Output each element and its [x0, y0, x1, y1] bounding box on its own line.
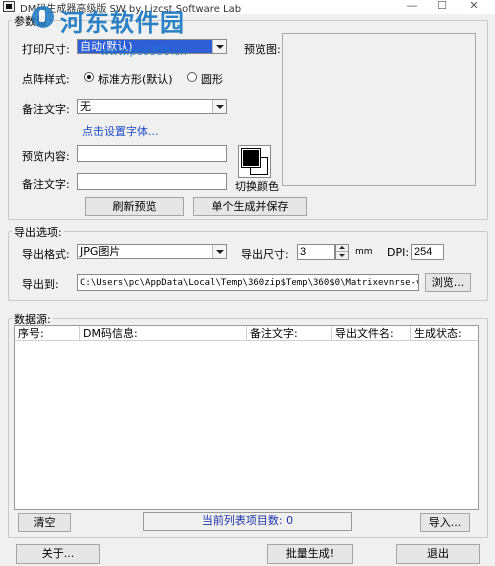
- column-header-filename[interactable]: 导出文件名:: [332, 326, 411, 341]
- preview-image-label: 预览图:: [244, 43, 281, 56]
- list-header: 序号: DM码信息: 备注文字: 导出文件名: 生成状态:: [15, 326, 478, 341]
- note-combo[interactable]: 无: [77, 99, 227, 114]
- export-size-spinner[interactable]: [335, 244, 349, 260]
- dpi-label: DPI:: [387, 246, 410, 259]
- watermark-brand: 河东软件园: [60, 8, 185, 37]
- chevron-down-icon: [212, 100, 226, 113]
- export-format-label: 导出格式:: [22, 248, 70, 261]
- note-text-input[interactable]: [77, 173, 227, 190]
- export-size-label: 导出尺寸:: [241, 248, 289, 261]
- batch-generate-button[interactable]: 批量生成!: [267, 544, 353, 564]
- list-count-status: 当前列表项目数: 0: [143, 512, 352, 531]
- close-button[interactable]: ✕: [459, 0, 489, 14]
- chevron-down-icon: [212, 245, 226, 258]
- dot-style-label: 点阵样式:: [22, 73, 70, 86]
- export-size-unit: mm: [355, 247, 373, 257]
- about-button[interactable]: 关于...: [16, 544, 100, 564]
- single-generate-button[interactable]: 单个生成并保存: [193, 197, 307, 216]
- column-header-dm-info[interactable]: DM码信息:: [80, 326, 247, 341]
- size-label: 打印尺寸:: [22, 43, 70, 56]
- browse-button[interactable]: 浏览...: [425, 273, 471, 292]
- dot-style-circle-radio[interactable]: [187, 72, 197, 82]
- foreground-color-swatch: [241, 148, 261, 168]
- switch-color-label[interactable]: 切换颜色: [235, 178, 279, 194]
- export-group-title: 导出选项:: [12, 224, 64, 240]
- export-format-value: JPG图片: [80, 245, 121, 258]
- refresh-preview-button[interactable]: 刷新预览: [85, 197, 184, 216]
- column-header-note[interactable]: 备注文字:: [247, 326, 332, 341]
- watermark-url: www.pc0359.cn: [100, 45, 188, 58]
- export-path-label: 导出到:: [22, 278, 59, 291]
- dpi-input[interactable]: [411, 244, 444, 260]
- clear-button[interactable]: 清空: [18, 513, 71, 532]
- maximize-button[interactable]: ☐: [427, 0, 457, 14]
- minimize-button[interactable]: —: [397, 0, 427, 14]
- note-text-label: 备注文字:: [22, 178, 70, 191]
- column-header-status[interactable]: 生成状态:: [411, 326, 478, 341]
- export-size-input[interactable]: [297, 244, 335, 260]
- preview-image-area: [282, 33, 476, 186]
- dot-style-square-label[interactable]: 标准方形(默认): [98, 71, 173, 87]
- font-settings-link[interactable]: 点击设置字体...: [82, 123, 159, 139]
- column-header-index[interactable]: 序号:: [15, 326, 80, 341]
- import-button[interactable]: 导入...: [420, 513, 470, 532]
- export-path-input[interactable]: C:\Users\pc\AppData\Local\Temp\360zip$Te…: [77, 274, 419, 291]
- dot-style-square-radio[interactable]: [84, 72, 94, 82]
- note-combo-value: 无: [80, 100, 91, 113]
- dot-style-circle-label[interactable]: 圆形: [201, 71, 223, 87]
- spin-up-icon[interactable]: [336, 245, 348, 252]
- app-icon: [3, 1, 15, 12]
- preview-content-input[interactable]: [77, 145, 227, 162]
- note-label: 备注文字:: [22, 103, 70, 116]
- preview-content-label: 预览内容:: [22, 150, 70, 163]
- watermark-logo: [32, 6, 54, 28]
- chevron-down-icon: [212, 40, 226, 53]
- export-path-value: C:\Users\pc\AppData\Local\Temp\360zip$Te…: [80, 278, 418, 288]
- spin-down-icon[interactable]: [336, 252, 348, 259]
- data-list[interactable]: 序号: DM码信息: 备注文字: 导出文件名: 生成状态:: [14, 325, 479, 510]
- color-swatch[interactable]: [238, 145, 271, 178]
- export-format-combo[interactable]: JPG图片: [77, 244, 227, 259]
- exit-button[interactable]: 退出: [396, 544, 480, 564]
